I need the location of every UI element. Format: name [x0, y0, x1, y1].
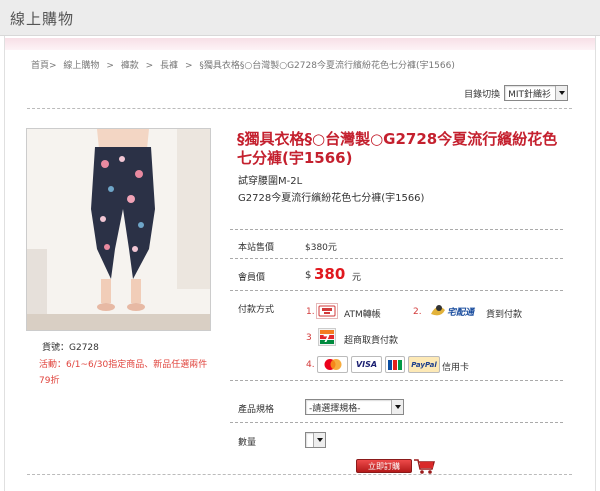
- member-price-value: 380: [314, 265, 346, 283]
- product-subtitle: G2728今夏流行繽紛花色七分褲(宇1566): [238, 193, 425, 204]
- product-image[interactable]: [26, 128, 211, 331]
- divider: [27, 474, 572, 475]
- chevron-down-icon: [555, 86, 567, 100]
- cod-delivery-icon: 宅配通: [427, 300, 482, 322]
- member-price-unit: 元: [352, 273, 362, 283]
- divider: [230, 258, 563, 259]
- credit-card-logos: VISA PayPal: [317, 356, 440, 373]
- spec-select-value: -請選擇規格-: [309, 403, 361, 414]
- payment-cvs-text: 超商取貨付款: [344, 336, 399, 346]
- chevron-down-icon: [391, 400, 403, 414]
- sku-label: 貨號：G2728: [42, 343, 99, 353]
- seven-eleven-icon: 7: [318, 328, 336, 346]
- visa-icon: VISA: [351, 356, 382, 373]
- site-price-label: 本站售價: [238, 243, 275, 253]
- payment-num-1: 1.: [306, 307, 315, 317]
- divider: [230, 380, 563, 381]
- breadcrumb-long-pants[interactable]: 長褲: [160, 61, 178, 71]
- breadcrumb-sep: >: [184, 61, 193, 71]
- shopping-cart-icon: [414, 459, 435, 474]
- jcb-icon: [385, 356, 405, 373]
- mastercard-icon: [317, 356, 348, 373]
- product-title: §獨具衣格§○台灣製○G2728今夏流行繽紛花色七分褲(宇1566): [237, 130, 558, 167]
- member-currency: $: [305, 270, 312, 281]
- breadcrumb-pants[interactable]: 褲款: [121, 61, 139, 71]
- product-size: 試穿腰圍M-2L: [238, 176, 303, 187]
- svg-text:7: 7: [323, 334, 330, 345]
- quantity-select[interactable]: [305, 432, 326, 448]
- breadcrumb-shop[interactable]: 線上購物: [63, 61, 99, 71]
- buy-now-button[interactable]: 立即訂購: [356, 457, 436, 475]
- product-photo-icon: [27, 129, 210, 330]
- quantity-label: 數量: [238, 438, 257, 448]
- buy-now-label: 立即訂購: [356, 459, 412, 473]
- pink-band: [5, 38, 595, 50]
- chevron-down-icon: [313, 433, 325, 447]
- catalog-select[interactable]: MIT針織衫: [504, 85, 568, 101]
- divider: [230, 290, 563, 291]
- payment-cod-text: 貨到付款: [486, 310, 523, 320]
- breadcrumb: 首頁> 線上購物 > 褲款 > 長褲 > §獨具衣格§○台灣製○G2728今夏流…: [31, 58, 459, 71]
- payment-card-text: 信用卡: [442, 363, 470, 373]
- catalog-switch: 目錄切換 MIT針織衫: [464, 85, 568, 101]
- breadcrumb-home[interactable]: 首頁>: [31, 61, 57, 71]
- member-price-label: 會員價: [238, 273, 266, 283]
- divider: [27, 108, 572, 109]
- promo-text: 活動：6/1~6/30指定商品、新品任選兩件79折: [39, 360, 208, 386]
- payment-label: 付款方式: [238, 305, 275, 315]
- payment-num-2: 2.: [413, 307, 422, 317]
- spec-select[interactable]: -請選擇規格-: [305, 399, 404, 415]
- header-bar: 線上購物: [0, 0, 600, 36]
- payment-num-4: 4.: [306, 360, 315, 370]
- catalog-select-value: MIT針織衫: [508, 89, 551, 100]
- page-title: 線上購物: [10, 10, 75, 28]
- atm-icon: [316, 303, 338, 319]
- catalog-label: 目錄切換: [464, 89, 501, 100]
- breadcrumb-sep: >: [106, 61, 114, 71]
- spec-label: 產品規格: [238, 405, 275, 415]
- site-price-value: $380元: [305, 243, 337, 253]
- svg-text:宅配通: 宅配通: [447, 307, 476, 318]
- divider: [230, 422, 563, 423]
- breadcrumb-sep: >: [145, 61, 154, 71]
- payment-atm-text: ATM轉帳: [344, 310, 381, 320]
- breadcrumb-current: §獨具衣格§○台灣製○G2728今夏流行繽紛花色七分褲(宇1566): [199, 61, 455, 71]
- divider: [230, 229, 563, 230]
- paypal-icon: PayPal: [408, 356, 440, 373]
- payment-num-3: 3: [306, 333, 312, 343]
